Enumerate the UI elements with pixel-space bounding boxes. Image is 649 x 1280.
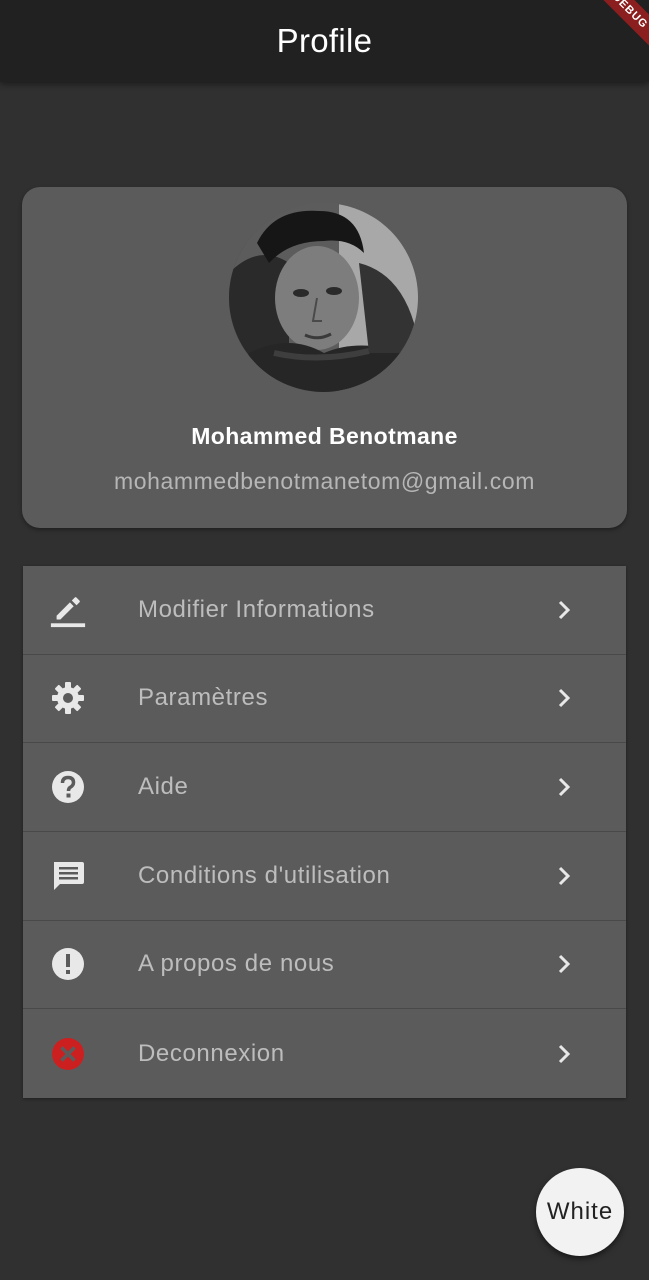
page-title: Profile (276, 22, 373, 59)
profile-card: Mohammed Benotmane mohammedbenotmanetom@… (22, 187, 627, 528)
help-icon (49, 768, 87, 806)
profile-photo (229, 203, 418, 392)
menu-item-label: Conditions d'utilisation (138, 861, 391, 889)
menu-item-deconnexion[interactable]: Deconnexion (23, 1009, 626, 1098)
menu-item-a-propos[interactable]: A propos de nous (23, 921, 626, 1010)
menu-item-parametres[interactable]: Paramètres (23, 655, 626, 744)
menu-item-label: Modifier Informations (138, 595, 375, 623)
menu-item-label: Paramètres (138, 684, 269, 712)
chevron-right-icon (554, 598, 574, 622)
chevron-right-icon (554, 775, 574, 799)
app-bar: Profile (0, 0, 649, 82)
info-exclamation-icon (49, 945, 87, 983)
menu-item-label: Aide (138, 773, 189, 801)
logout-cancel-icon (49, 1035, 87, 1073)
menu-item-label: A propos de nous (138, 950, 335, 978)
avatar (229, 203, 418, 392)
settings-menu: Modifier Informations Paramètres Aide Co… (23, 566, 626, 1098)
theme-toggle-button[interactable]: White (536, 1168, 624, 1256)
chevron-right-icon (554, 864, 574, 888)
profile-email: mohammedbenotmanetom@gmail.com (113, 468, 536, 494)
profile-name: Mohammed Benotmane (191, 423, 458, 449)
chevron-right-icon (554, 952, 574, 976)
chevron-right-icon (554, 1042, 574, 1066)
menu-item-label: Deconnexion (138, 1039, 285, 1067)
edit-icon (49, 591, 87, 629)
settings-gear-icon (49, 679, 87, 717)
menu-item-conditions[interactable]: Conditions d'utilisation (23, 832, 626, 921)
menu-item-aide[interactable]: Aide (23, 743, 626, 832)
chevron-right-icon (554, 686, 574, 710)
chat-icon (49, 857, 87, 895)
menu-item-modifier-informations[interactable]: Modifier Informations (23, 566, 626, 655)
